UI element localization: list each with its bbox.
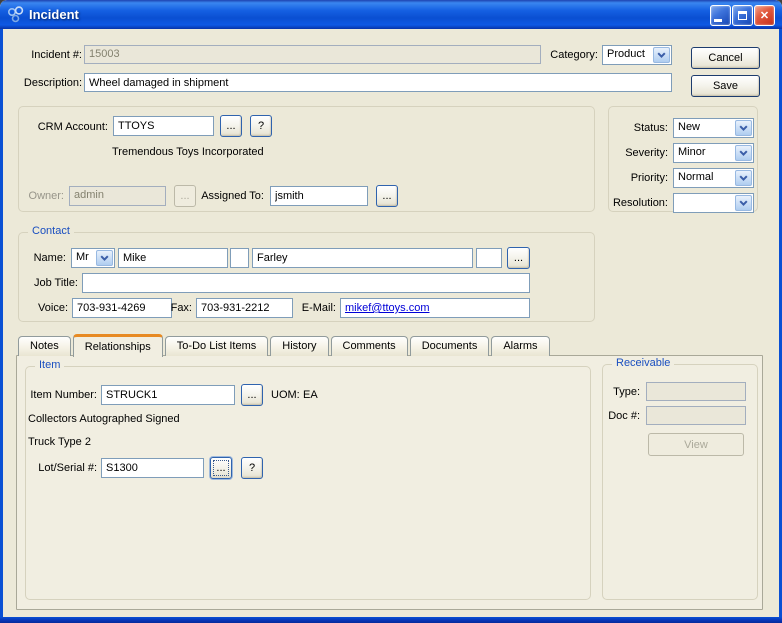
window-titlebar[interactable]: Incident ✕: [0, 0, 782, 29]
middle-initial-field[interactable]: [230, 248, 249, 268]
tab-alarms[interactable]: Alarms: [491, 336, 549, 356]
maximize-icon[interactable]: [732, 5, 753, 26]
chevron-down-icon: [735, 120, 752, 136]
status-select[interactable]: New: [673, 118, 754, 138]
crm-account-browse-button[interactable]: ...: [220, 115, 242, 137]
priority-select[interactable]: Normal: [673, 168, 754, 188]
tab-todo-list-items[interactable]: To-Do List Items: [165, 336, 268, 356]
lot-serial-label: Lot/Serial #:: [25, 462, 97, 474]
description-field[interactable]: [84, 73, 672, 92]
last-name-field[interactable]: [252, 248, 473, 268]
description-label: Description:: [18, 77, 82, 89]
resolution-value: [674, 194, 734, 212]
receivable-type-label: Type:: [596, 386, 640, 398]
uom-label: UOM:: [271, 389, 300, 401]
contact-groupbox-title: Contact: [28, 225, 74, 237]
owner-field: admin: [69, 186, 166, 206]
incident-number-label: Incident #:: [10, 49, 82, 61]
crm-account-field[interactable]: [113, 116, 214, 136]
owner-label: Owner:: [20, 190, 64, 202]
close-icon[interactable]: ✕: [754, 5, 775, 26]
category-label: Category:: [540, 49, 598, 61]
fax-label: Fax:: [168, 302, 192, 314]
item-number-field[interactable]: [101, 385, 235, 405]
receivable-groupbox-title: Receivable: [612, 357, 674, 369]
chevron-down-icon: [735, 170, 752, 186]
save-button[interactable]: Save: [691, 75, 760, 97]
receivable-doc-field: [646, 406, 746, 425]
severity-label: Severity:: [590, 147, 668, 159]
receivable-type-field: [646, 382, 746, 401]
first-name-field[interactable]: [118, 248, 228, 268]
voice-field[interactable]: [72, 298, 172, 318]
account-name-text: Tremendous Toys Incorporated: [112, 146, 264, 158]
email-field[interactable]: mikef@ttoys.com: [340, 298, 530, 318]
category-select[interactable]: Product: [602, 45, 672, 65]
voice-label: Voice:: [18, 302, 68, 314]
uom-value: EA: [303, 389, 318, 401]
severity-select[interactable]: Minor: [673, 143, 754, 163]
suffix-field[interactable]: [476, 248, 502, 268]
app-icon: [7, 6, 24, 23]
priority-value: Normal: [674, 169, 734, 187]
window-border-left: [0, 29, 3, 623]
job-title-label: Job Title:: [18, 277, 78, 289]
lot-serial-help-button[interactable]: ?: [241, 457, 263, 479]
chevron-down-icon: [653, 47, 670, 63]
tab-history[interactable]: History: [270, 336, 328, 356]
cancel-button[interactable]: Cancel: [691, 47, 760, 69]
item-number-label: Item Number:: [25, 389, 97, 401]
receivable-doc-label: Doc #:: [592, 410, 640, 422]
resolution-select[interactable]: [673, 193, 754, 213]
contact-name-label: Name:: [18, 252, 66, 264]
incident-number-field: 15003: [84, 45, 541, 64]
incident-window: Incident ✕ Incident #: 15003 Category: P…: [0, 0, 782, 623]
tab-documents[interactable]: Documents: [410, 336, 490, 356]
window-border-bottom: [0, 617, 782, 623]
lot-serial-browse-button[interactable]: ...: [210, 457, 232, 479]
window-title: Incident: [29, 7, 79, 22]
chevron-down-icon: [735, 195, 752, 211]
severity-value: Minor: [674, 144, 734, 162]
chevron-down-icon: [96, 250, 113, 266]
chevron-down-icon: [735, 145, 752, 161]
salutation-select[interactable]: Mr: [71, 248, 115, 268]
crm-account-label: CRM Account:: [20, 121, 108, 133]
contact-browse-button[interactable]: ...: [507, 247, 530, 269]
resolution-label: Resolution:: [590, 197, 668, 209]
crm-account-help-button[interactable]: ?: [250, 115, 272, 137]
item-description-line2: Truck Type 2: [28, 436, 91, 448]
tab-notes[interactable]: Notes: [18, 336, 71, 356]
tab-strip: Notes Relationships To-Do List Items His…: [18, 333, 552, 356]
view-button: View: [648, 433, 744, 456]
email-label: E-Mail:: [294, 302, 336, 314]
priority-label: Priority:: [590, 172, 668, 184]
assigned-to-field[interactable]: [270, 186, 368, 206]
salutation-value: Mr: [72, 249, 95, 267]
item-groupbox-title: Item: [35, 359, 64, 371]
tab-comments[interactable]: Comments: [331, 336, 408, 356]
tab-relationships[interactable]: Relationships: [73, 334, 163, 357]
owner-browse-button: ...: [174, 185, 196, 207]
minimize-icon[interactable]: [710, 5, 731, 26]
status-value: New: [674, 119, 734, 137]
assigned-to-browse-button[interactable]: ...: [376, 185, 398, 207]
email-link[interactable]: mikef@ttoys.com: [345, 302, 430, 314]
lot-serial-field[interactable]: [101, 458, 204, 478]
status-label: Status:: [590, 122, 668, 134]
fax-field[interactable]: [196, 298, 293, 318]
item-number-browse-button[interactable]: ...: [241, 384, 263, 406]
job-title-field[interactable]: [82, 273, 530, 293]
assigned-to-label: Assigned To:: [198, 190, 264, 202]
category-value: Product: [603, 46, 652, 64]
item-description-line1: Collectors Autographed Signed: [28, 413, 180, 425]
